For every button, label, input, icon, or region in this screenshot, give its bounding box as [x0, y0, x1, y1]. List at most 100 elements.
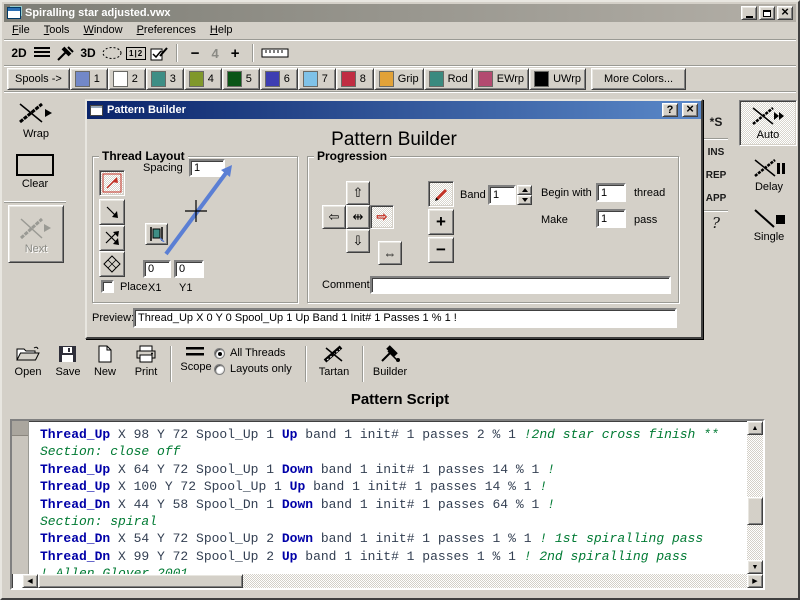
- layout-diagonal-up-button[interactable]: [99, 170, 125, 196]
- horizontal-scroll-thumb[interactable]: [38, 574, 243, 588]
- horizontal-scrollbar[interactable]: ◀ ▶: [22, 574, 763, 588]
- layout-cross-button[interactable]: [99, 225, 125, 251]
- delay-button[interactable]: Delay: [744, 157, 794, 193]
- zoom-in-button[interactable]: +: [225, 43, 245, 63]
- view-2d-button[interactable]: 2D: [9, 43, 29, 63]
- separator: [252, 44, 254, 62]
- x1-input[interactable]: [143, 260, 171, 278]
- begin-with-input[interactable]: [596, 183, 626, 202]
- scroll-right-button[interactable]: ▶: [747, 574, 763, 588]
- spool-button-5[interactable]: 5: [222, 68, 260, 90]
- zoom-out-button[interactable]: −: [185, 43, 205, 63]
- script-line: Thread_Dn X 44 Y 58 Spool_Dn 1 Down band…: [40, 496, 747, 513]
- scroll-left-button[interactable]: ◀: [22, 574, 38, 588]
- next-button[interactable]: Next: [8, 205, 64, 263]
- spin-up-button[interactable]: [517, 185, 532, 195]
- progress-right-button[interactable]: ⇨: [370, 205, 394, 229]
- restore-button[interactable]: [759, 6, 775, 20]
- spool-button-4[interactable]: 4: [184, 68, 222, 90]
- scroll-down-button[interactable]: ▼: [747, 560, 763, 574]
- progress-both-button[interactable]: ⇔: [378, 241, 402, 265]
- layout-diagonal-down-button[interactable]: [99, 199, 125, 225]
- ins-label[interactable]: INS: [703, 147, 729, 158]
- progress-down-button[interactable]: ⇩: [346, 229, 370, 253]
- menu-item-file[interactable]: File: [6, 23, 38, 37]
- dialog-close-button[interactable]: [682, 103, 698, 117]
- dialog-titlebar[interactable]: Pattern Builder ?: [87, 101, 701, 119]
- script-text[interactable]: Thread_Up X 98 Y 72 Spool_Up 1 Up band 1…: [30, 421, 747, 574]
- print-button[interactable]: Print: [124, 343, 168, 385]
- rep-label[interactable]: REP: [703, 170, 729, 181]
- pen-button[interactable]: [428, 181, 454, 207]
- comment-input[interactable]: [370, 276, 671, 294]
- spool-button-8[interactable]: 8: [336, 68, 374, 90]
- spool-button-6[interactable]: 6: [260, 68, 298, 90]
- spool-button-grip[interactable]: Grip: [374, 68, 424, 90]
- y1-input[interactable]: [174, 260, 204, 278]
- restore-icon: [763, 10, 771, 17]
- scope-button[interactable]: Scope: [174, 345, 218, 387]
- vertical-scrollbar[interactable]: ▲ ▼: [747, 421, 763, 574]
- menu-item-window[interactable]: Window: [77, 23, 130, 37]
- page-layout-button[interactable]: 1|2: [126, 43, 146, 63]
- spools-button[interactable]: Spools ->: [7, 68, 70, 90]
- auto-button[interactable]: Auto: [739, 100, 797, 146]
- save-floppy-icon: [58, 345, 78, 363]
- builder-button[interactable]: Builder: [368, 343, 412, 385]
- all-threads-option[interactable]: All Threads: [214, 347, 285, 359]
- view-3d-button[interactable]: 3D: [78, 43, 98, 63]
- clear-button[interactable]: Clear: [11, 154, 59, 190]
- progress-center-button[interactable]: ⇹: [346, 205, 370, 229]
- new-button[interactable]: New: [86, 343, 124, 385]
- open-button[interactable]: Open: [6, 343, 50, 385]
- spool-button-3[interactable]: 3: [146, 68, 184, 90]
- spin-down-button[interactable]: [517, 195, 532, 205]
- menu-item-tools[interactable]: Tools: [38, 23, 78, 37]
- band-spinner[interactable]: [517, 185, 532, 205]
- spool-button-2[interactable]: 2: [108, 68, 146, 90]
- ruler-button[interactable]: [261, 43, 289, 63]
- spool-button-1[interactable]: 1: [70, 68, 108, 90]
- progress-left-button[interactable]: ⇦: [322, 205, 346, 229]
- tools-button[interactable]: [55, 43, 75, 63]
- help-label[interactable]: ?: [703, 214, 729, 232]
- spool-button-7[interactable]: 7: [298, 68, 336, 90]
- tartan-button[interactable]: Tartan: [312, 343, 356, 385]
- layers-button[interactable]: [32, 43, 52, 63]
- spool-color-swatch: [303, 71, 318, 87]
- subtract-button[interactable]: −: [428, 237, 454, 263]
- progress-up-button[interactable]: ⇧: [346, 181, 370, 205]
- add-button[interactable]: +: [428, 209, 454, 235]
- script-editor[interactable]: Thread_Up X 98 Y 72 Spool_Up 1 Up band 1…: [10, 419, 765, 590]
- star-s-label[interactable]: *S: [703, 115, 729, 129]
- converge-arrows-icon: ⇹: [353, 209, 364, 225]
- minimize-button[interactable]: [741, 6, 757, 20]
- layouts-only-radio[interactable]: [214, 364, 225, 375]
- spool-button-ewrp[interactable]: EWrp: [473, 68, 529, 90]
- preview-input[interactable]: [133, 308, 677, 328]
- wrap-button[interactable]: Wrap: [10, 100, 62, 140]
- band-input[interactable]: [488, 185, 516, 205]
- options-check-button[interactable]: [149, 43, 169, 63]
- spool-button-uwrp[interactable]: UWrp: [529, 68, 586, 90]
- vertical-scroll-thumb[interactable]: [747, 497, 763, 525]
- spool-button-rod[interactable]: Rod: [424, 68, 473, 90]
- menu-item-preferences[interactable]: Preferences: [131, 23, 204, 37]
- place-checkbox[interactable]: [101, 280, 114, 293]
- layouts-only-option[interactable]: Layouts only: [214, 363, 292, 375]
- spool-place-button[interactable]: [145, 223, 168, 245]
- app-label[interactable]: APP: [703, 193, 729, 204]
- single-button[interactable]: Single: [744, 207, 794, 243]
- all-threads-radio[interactable]: [214, 348, 225, 359]
- menu-item-help[interactable]: Help: [204, 23, 241, 37]
- close-button[interactable]: [777, 6, 793, 20]
- make-input[interactable]: [596, 209, 626, 228]
- dialog-help-button[interactable]: ?: [662, 103, 678, 117]
- lasso-button[interactable]: [101, 43, 123, 63]
- separator: [305, 346, 307, 382]
- scroll-up-button[interactable]: ▲: [747, 421, 763, 435]
- save-button[interactable]: Save: [46, 343, 90, 385]
- layout-diamond-button[interactable]: [99, 251, 125, 277]
- pen-icon: [432, 185, 450, 203]
- more-colors-button[interactable]: More Colors...: [591, 68, 686, 90]
